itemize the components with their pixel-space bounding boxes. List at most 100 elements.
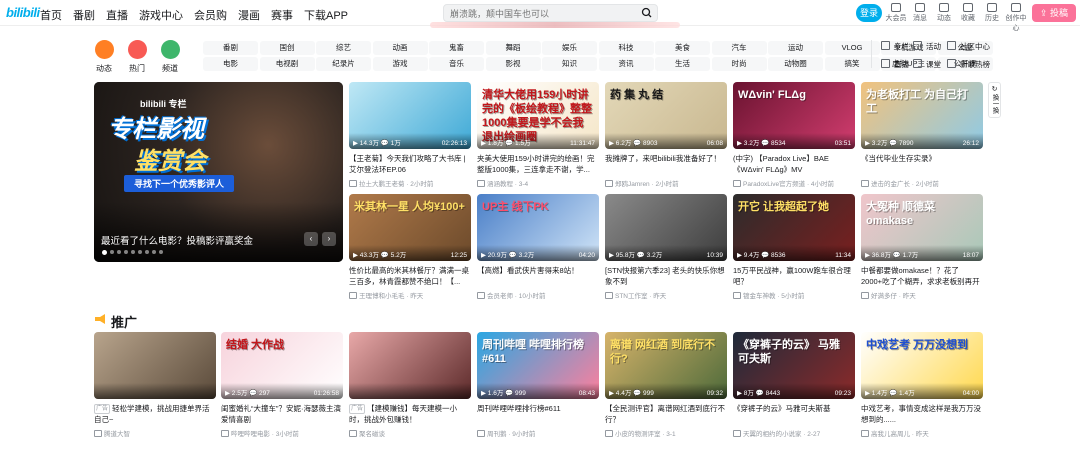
login-avatar[interactable]: 登录 [856,4,882,22]
banner-carousel[interactable]: bilibili 专栏 专栏影视 鉴赏会 寻找下一个优秀影评人 最近看了什么电影… [94,82,343,262]
channel-tag[interactable]: 资讯 [598,57,654,71]
channel-tag[interactable]: 番剧 [203,41,258,55]
video-thumbnail[interactable]: 药 集 丸 结 ▶ 6.2万 💬 8903 06:08 [605,82,727,149]
channel-tag[interactable]: 时尚 [711,57,767,71]
channel-tag[interactable]: 科技 [598,41,654,55]
favorites-entry[interactable]: 收藏 [956,3,980,33]
video-uploader-meta[interactable]: 进击的金广长 · 2小时前 [861,178,983,188]
video-title[interactable]: (中字) 【Paradox Live】BAE《WΔvin' FLΔg》MV [733,153,855,175]
video-uploader-meta[interactable]: 好满多仔 · 昨天 [861,290,983,300]
video-thumbnail[interactable]: ▶ 95.8万 💬 3.2万 10:39 [605,194,727,261]
channel-tag[interactable]: 鬼畜 [429,41,484,55]
video-uploader-meta[interactable]: 周刊鹅 · 9小时前 [477,428,599,438]
video-thumbnail[interactable]: ▶ 14.3万 💬 1万 02:26:13 [349,82,471,149]
video-card[interactable]: 米其林一星 人均¥100+ ▶ 43.3万 💬 5.2万 12:25 性价比最高的米其… [349,194,471,300]
video-thumbnail[interactable]: 《穿裤子的云》 马雅可夫斯 ▶ 8万 💬 8443 09:23 [733,332,855,399]
video-card[interactable]: 清华大佬用159小时讲完的《板绘教程》整整1000集要是学不会我退出绘画圈▶ 1… [477,82,599,188]
nav-game-center[interactable]: 游戏中心 [139,7,183,23]
video-thumbnail[interactable] [94,332,216,399]
nav-mall[interactable]: 会员购 [194,7,227,23]
video-card[interactable]: 结婚 大作战 ▶ 2.5万 💬 297 01:26:58 闺蜜婚礼“大撞车”？安妮·海… [221,332,343,438]
sidelink-classroom[interactable]: 课堂 [913,59,941,70]
search-input[interactable] [450,7,630,20]
channel-tag[interactable]: 电影 [203,57,258,71]
video-thumbnail[interactable] [349,332,471,399]
messages-entry[interactable]: 消息 [908,3,932,33]
hot-channel-label[interactable]: 热门 [122,63,152,74]
video-uploader-meta[interactable]: 涵涵教程 · 3-4 [477,178,599,188]
banner-dot[interactable] [138,250,142,254]
video-title[interactable]: 我摊牌了，来吧bilibili我准备好了！ [605,153,727,175]
video-thumbnail[interactable]: 大冤种 顺德菜omakase ▶ 36.8万 💬 1.7万 18:07 [861,194,983,261]
video-card[interactable]: 离谱 网红酒 到底行不行? ▶ 4.4万 💬 999 09:32 【全民测评官】离谱网… [605,332,727,438]
video-card[interactable]: 广告 轻松学建模，挑战用捷单界活自己~ 腾道大智 [94,332,216,438]
video-uploader-meta[interactable]: 小皮的物测评室 · 3-1 [605,428,727,438]
video-card[interactable]: UP主 线下PK ▶ 20.9万 💬 3.2万 04:20 【高燃】看武侠片害得来8站… [477,194,599,300]
nav-manga[interactable]: 漫画 [238,7,260,23]
bilibili-logo[interactable]: bilibili [6,5,40,20]
channel-tag[interactable]: 纪录片 [316,57,371,71]
video-title[interactable]: 广告 轻松学建模，挑战用捷单界活自己~ [94,403,216,425]
video-title[interactable]: 性价比最高的米其林餐厅？满满一桌三百多，林青霞都赞不绝口！【... [349,265,471,287]
video-card[interactable]: 开它 让我超起了她 ▶ 9.4万 💬 8536 11:34 15万平民战神，赢100W… [733,194,855,300]
channel-tag[interactable]: 运动 [768,41,823,55]
video-uploader-meta[interactable]: 镀金车神教 · 5小时前 [733,290,855,300]
video-title[interactable]: 《当代毕业生存实录》 [861,153,983,175]
video-title[interactable]: 夹美大使用159小时讲完的绘画！完整版1000集，三连拿走不谢，学... [477,153,599,175]
banner-caption[interactable]: 最近看了什么电影？投稿影评赢奖金 [101,233,253,247]
sidelink-column[interactable]: 专栏 [881,41,909,52]
video-uploader-meta[interactable]: 哔哩哔哩电影 · 3小时前 [221,428,343,438]
nav-esports[interactable]: 赛事 [271,7,293,23]
nav-anime[interactable]: 番剧 [73,7,95,23]
video-card[interactable]: ▶ 95.8万 💬 3.2万 10:39 [STN快报第六季23] 老头的快乐你想象… [605,194,727,300]
video-uploader-meta[interactable]: 王理博和小毛毛 · 昨天 [349,290,471,300]
channel-tag[interactable]: 舞蹈 [485,41,541,55]
banner-dot[interactable] [117,250,121,254]
video-uploader-meta[interactable]: 拉土大鹏王老菊 · 2小时前 [349,178,471,188]
video-thumbnail[interactable]: 清华大佬用159小时讲完的《板绘教程》整整1000集要是学不会我退出绘画圈▶ 1… [477,82,599,149]
channels-icon[interactable] [161,40,180,59]
nav-live[interactable]: 直播 [106,7,128,23]
banner-dot[interactable] [145,250,149,254]
vip-entry[interactable]: 大会员 [884,3,908,33]
upload-button[interactable]: ⇪ 投稿 [1032,4,1076,22]
video-card[interactable]: 周刊哔哩 哔哩排行榜 #611 ▶ 1.6万 💬 999 08:43 周刊哔哩哔哩排行… [477,332,599,438]
video-uploader-meta[interactable]: 聚名磁谈 [349,428,471,438]
creator-center-entry[interactable]: 创作中心 [1004,3,1028,33]
video-title[interactable]: 中餐都要做omakase！？花了2000+吃了个糊弄，求求老板别再开了！ [861,265,983,287]
sidelink-live[interactable]: 直播 [881,59,909,70]
video-uploader-meta[interactable]: 会员老师 · 10小时前 [477,290,599,300]
banner-dot[interactable] [159,250,163,254]
channel-tag[interactable]: 综艺 [316,41,371,55]
video-thumbnail[interactable]: 周刊哔哩 哔哩排行榜 #611 ▶ 1.6万 💬 999 08:43 [477,332,599,399]
video-card[interactable]: 中戏艺考 万万没想到 ▶ 1.4万 💬 1.4万 04:00 中戏艺考，事情变成这样是… [861,332,983,438]
sidelink-community[interactable]: 社区中心 [947,41,990,52]
channel-tag[interactable]: 美食 [655,41,710,55]
video-title[interactable]: 中戏艺考，事情变成这样是我万万没想到的...... [861,403,983,425]
channel-tag[interactable]: 动画 [372,41,428,55]
dynamic-channel-icon[interactable] [95,40,114,59]
video-card[interactable]: 为老板打工 为自己打工 ▶ 3.2万 💬 7890 26:12 《当代毕业生存实录》进… [861,82,983,188]
video-thumbnail[interactable]: 为老板打工 为自己打工 ▶ 3.2万 💬 7890 26:12 [861,82,983,149]
refresh-button[interactable]: ↻ 换一换 [988,82,1001,118]
banner-prev-button[interactable]: ‹ [304,232,318,246]
history-entry[interactable]: 历史 [980,3,1004,33]
video-thumbnail[interactable]: 米其林一星 人均¥100+ ▶ 43.3万 💬 5.2万 12:25 [349,194,471,261]
video-uploader-meta[interactable]: 天翼的相约的小说家 · 2-27 [733,428,855,438]
nav-download-app[interactable]: 下载APP [304,7,348,23]
banner-dot[interactable] [110,250,114,254]
banner-dot[interactable] [131,250,135,254]
video-title[interactable]: [STN快报第六季23] 老头的快乐你想象不到 [605,265,727,287]
search-icon[interactable] [639,6,655,20]
channel-tag[interactable]: 音乐 [429,57,484,71]
video-thumbnail[interactable]: 中戏艺考 万万没想到 ▶ 1.4万 💬 1.4万 04:00 [861,332,983,399]
channel-tag[interactable]: 游戏 [372,57,428,71]
video-card[interactable]: 《穿裤子的云》 马雅可夫斯 ▶ 8万 💬 8443 09:23 《穿裤子的云》马雅可夫… [733,332,855,438]
video-card[interactable]: 药 集 丸 结 ▶ 6.2万 💬 8903 06:08 我摊牌了，来吧bilibili… [605,82,727,188]
video-thumbnail[interactable]: WΔvin' FLΔg ▶ 3.2万 💬 8534 03:51 [733,82,855,149]
channel-tag[interactable]: 汽车 [711,41,767,55]
banner-dot[interactable] [152,250,156,254]
channels-label[interactable]: 频道 [155,63,185,74]
video-uploader-meta[interactable]: 高我儿高周儿 · 昨天 [861,428,983,438]
video-thumbnail[interactable]: UP主 线下PK ▶ 20.9万 💬 3.2万 04:20 [477,194,599,261]
